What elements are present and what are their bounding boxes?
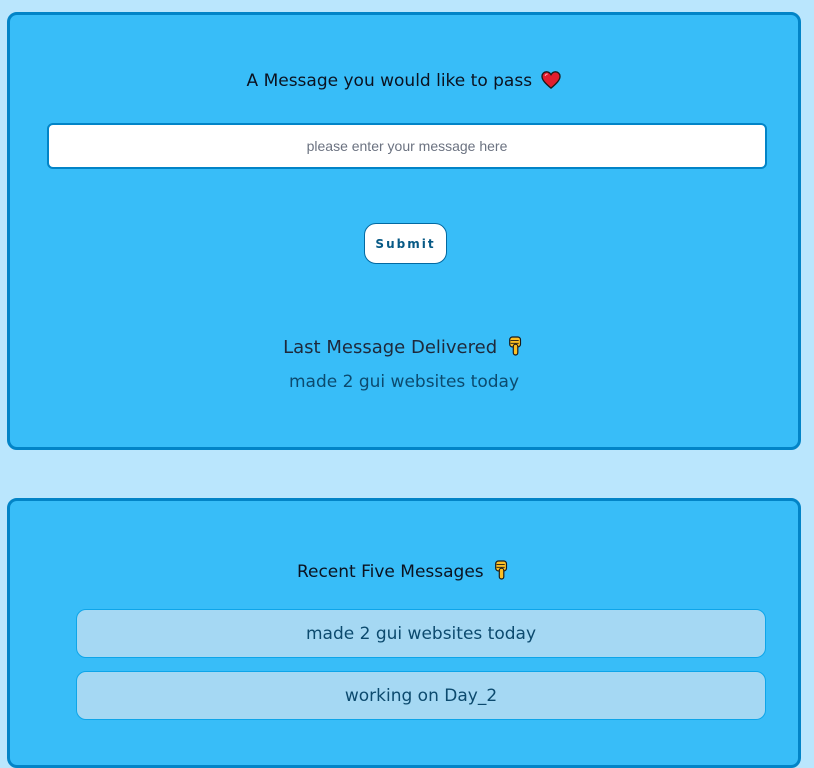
last-message-heading: Last Message Delivered bbox=[10, 335, 798, 358]
form-heading-text: A Message you would like to pass bbox=[246, 71, 533, 91]
recent-messages-heading: Recent Five Messages bbox=[10, 559, 798, 582]
recent-messages-list: made 2 gui websites today working on Day… bbox=[76, 609, 766, 733]
recent-messages-heading-text: Recent Five Messages bbox=[296, 562, 484, 582]
submit-button[interactable]: Submit bbox=[364, 223, 447, 264]
pointing-down-icon bbox=[495, 560, 508, 580]
recent-messages-card: Recent Five Messages made 2 gui websites… bbox=[7, 498, 801, 768]
pointing-down-icon bbox=[508, 336, 521, 356]
form-heading: A Message you would like to pass bbox=[10, 71, 798, 91]
heart-icon bbox=[541, 71, 562, 89]
last-message-heading-text: Last Message Delivered bbox=[283, 337, 498, 358]
list-item: working on Day_2 bbox=[76, 671, 766, 720]
last-message-text: made 2 gui websites today bbox=[289, 372, 519, 392]
message-input[interactable] bbox=[47, 123, 767, 169]
message-form-card: A Message you would like to pass Submit … bbox=[7, 12, 801, 450]
list-item: made 2 gui websites today bbox=[76, 609, 766, 658]
